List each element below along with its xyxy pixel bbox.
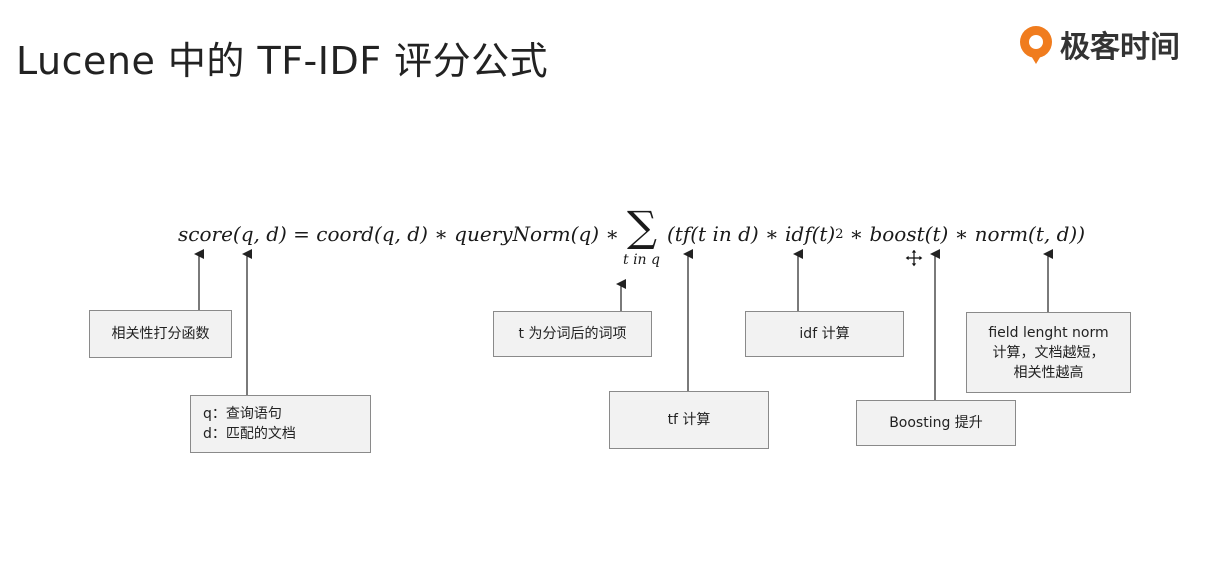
tf-label: tf 计算 bbox=[667, 412, 711, 428]
idf-label-box: idf 计算 bbox=[745, 311, 904, 357]
norm-label-line2: 计算，文档越短， bbox=[992, 344, 1105, 361]
norm-label-line3: 相关性越高 bbox=[1013, 364, 1084, 381]
norm-label-box: field lenght norm 计算，文档越短， 相关性越高 bbox=[966, 312, 1131, 393]
term-label-box: t 为分词后的词项 bbox=[493, 311, 652, 357]
term-label: t 为分词后的词项 bbox=[518, 326, 627, 342]
annotation-arrows bbox=[194, 249, 1053, 400]
score-label-box: 相关性打分函数 bbox=[89, 310, 232, 358]
norm-label-line1: field lenght norm bbox=[988, 324, 1109, 341]
move-cursor-icon bbox=[904, 248, 924, 268]
boost-label: Boosting 提升 bbox=[889, 415, 983, 431]
qd-label-line1: q：查询语句 bbox=[203, 406, 282, 422]
qd-label-box: q：查询语句 d：匹配的文档 bbox=[190, 395, 371, 453]
tf-label-box: tf 计算 bbox=[609, 391, 769, 449]
idf-label: idf 计算 bbox=[799, 326, 850, 342]
qd-label-line2: d：匹配的文档 bbox=[203, 426, 296, 442]
score-label: 相关性打分函数 bbox=[111, 326, 210, 342]
boost-label-box: Boosting 提升 bbox=[856, 400, 1016, 446]
